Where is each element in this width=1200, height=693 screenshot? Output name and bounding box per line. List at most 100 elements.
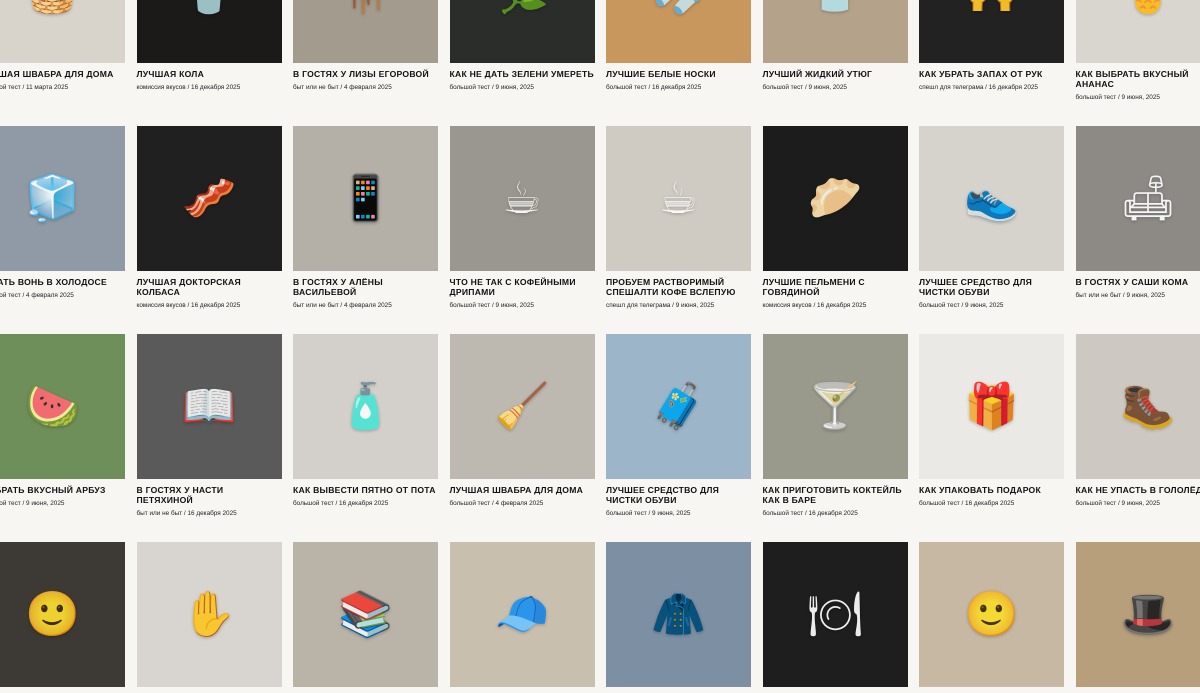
article-thumbnail[interactable]: 🎁: [919, 334, 1064, 479]
article-card[interactable]: 🧺Лучшая швабра для домабольшой тест / 11…: [0, 0, 125, 92]
article-card[interactable]: 🍍 Как выбрать вкусный ананас большой тест …: [1076, 0, 1200, 102]
article-card[interactable]: 📖В гостях у Насти Петяхинойбыт или не бы…: [137, 334, 282, 518]
article-thumbnail[interactable]: 🧊: [0, 126, 125, 271]
article-card[interactable]: 🍉Выбрать вкусный арбузбольшой тест / 9 и…: [0, 334, 125, 508]
article-card[interactable]: 🎩: [1076, 542, 1200, 693]
article-title[interactable]: Лучшее средство для чистки обуви: [606, 485, 751, 505]
article-card[interactable]: 📚: [293, 542, 438, 693]
article-card[interactable]: 🪑В гостях у Лизы Егоровойбыт или не быт …: [293, 0, 438, 92]
article-meta: большой тест / 16 декабря 2025: [606, 84, 751, 92]
article-card[interactable]: 🍸Как приготовить коктейль как в бареболь…: [763, 334, 908, 518]
article-title[interactable]: Как вывести пятно от пота: [293, 485, 438, 495]
person-drinking-icon: ☕: [659, 177, 698, 221]
article-card[interactable]: ☕ Пробуем растворимый спешалти кофе вслеп…: [606, 126, 751, 310]
article-card[interactable]: 🙂: [0, 542, 125, 693]
article-thumbnail[interactable]: 🧺: [0, 0, 125, 63]
article-thumbnail[interactable]: 🧦: [606, 0, 751, 63]
article-thumbnail[interactable]: 🥟: [763, 126, 908, 271]
article-thumbnail[interactable]: 🪑: [293, 0, 438, 63]
article-title[interactable]: Лучшая швабра для дома: [450, 485, 595, 495]
article-thumbnail[interactable]: 🥾: [1076, 334, 1200, 479]
article-thumbnail[interactable]: 🧹: [450, 334, 595, 479]
article-thumbnail[interactable]: 📱: [293, 126, 438, 271]
article-title[interactable]: Лучшие белые носки: [606, 69, 751, 79]
article-thumbnail[interactable]: ☕: [606, 126, 751, 271]
article-card[interactable]: 🌿Как не дать зелени умеретьбольшой тест …: [450, 0, 595, 92]
article-title[interactable]: Лучший жидкий утюг: [763, 69, 908, 79]
article-title[interactable]: В гостях у Саши Кома: [1076, 277, 1200, 287]
article-thumbnail[interactable]: 🍍: [1076, 0, 1200, 63]
dumpling-icon: 🥟: [808, 177, 863, 221]
article-thumbnail[interactable]: 🍸: [763, 334, 908, 479]
article-thumbnail[interactable]: 🛋: [1076, 126, 1200, 271]
article-thumbnail[interactable]: 🎩: [1076, 542, 1200, 687]
jeans-and-boots-icon: 🥾: [1121, 385, 1176, 429]
article-card[interactable]: 🛋В гостях у Саши Комабыт или не быт / 9 …: [1076, 126, 1200, 300]
article-thumbnail[interactable]: 🙌: [919, 0, 1064, 63]
article-title[interactable]: Как убрать запах от рук: [919, 69, 1064, 79]
article-title[interactable]: Убрать вонь в холодосе: [0, 277, 125, 287]
article-thumbnail[interactable]: 📚: [293, 542, 438, 687]
article-card[interactable]: 🙂: [919, 542, 1064, 693]
article-card[interactable]: 📱В гостях у Алёны Васильевойбыт или не б…: [293, 126, 438, 310]
article-meta: большой тест / 9 июня, 2025: [919, 302, 1064, 310]
article-card[interactable]: 🎁Как упаковать подарокбольшой тест / 16 …: [919, 334, 1064, 508]
article-thumbnail[interactable]: 🙂: [0, 542, 125, 687]
article-card[interactable]: 👟 Лучшее средство для чистки обуви большой…: [919, 126, 1064, 310]
person-with-cap-icon: 🧢: [495, 593, 550, 637]
article-card[interactable]: 🧳Лучшее средство для чистки обувибольшой…: [606, 334, 751, 518]
article-card[interactable]: 🧦 Лучшие белые носки большой тест / 16 дек…: [606, 0, 751, 92]
article-title[interactable]: Лучшая швабра для дома: [0, 69, 125, 79]
article-thumbnail[interactable]: 👕: [763, 0, 908, 63]
article-card[interactable]: 🧹Лучшая швабра для домабольшой тест / 4 …: [450, 334, 595, 508]
article-title[interactable]: Лучшая докторская колбаса: [137, 277, 282, 297]
article-title[interactable]: Как выбрать вкусный ананас: [1076, 69, 1200, 89]
article-card[interactable]: 🧥: [606, 542, 751, 693]
article-thumbnail[interactable]: 📖: [137, 334, 282, 479]
article-thumbnail[interactable]: 🍽: [763, 542, 908, 687]
article-card[interactable]: 🥤Лучшая колакомиссия вкусов / 16 декабря…: [137, 0, 282, 92]
article-card[interactable]: 🙌Как убрать запах от рукспешл для телегр…: [919, 0, 1064, 92]
article-card[interactable]: 🧴Как вывести пятно от потабольшой тест /…: [293, 334, 438, 508]
article-title[interactable]: Лучшая кола: [137, 69, 282, 79]
person-on-sofa-icon: 🛋: [1120, 177, 1176, 221]
article-card[interactable]: 🧢: [450, 542, 595, 693]
article-title[interactable]: Как не упасть в гололёд: [1076, 485, 1200, 495]
article-card[interactable]: 👕Лучший жидкий утюгбольшой тест / 9 июня…: [763, 0, 908, 92]
article-card[interactable]: 🧊Убрать вонь в холодосебольшой тест / 4 …: [0, 126, 125, 300]
article-title[interactable]: В гостях у Насти Петяхиной: [137, 485, 282, 505]
article-card[interactable]: ☕Что не так с кофейными дрипамибольшой т…: [450, 126, 595, 310]
article-thumbnail[interactable]: 🧳: [606, 334, 751, 479]
bw-portrait-icon: 📖: [182, 385, 237, 429]
article-thumbnail[interactable]: 🧴: [293, 334, 438, 479]
article-title[interactable]: Лучшие пельмени с говядиной: [763, 277, 908, 297]
article-thumbnail[interactable]: 🙂: [919, 542, 1064, 687]
article-title[interactable]: Лучшее средство для чистки обуви: [919, 277, 1064, 297]
bowl-of-drip-bags-icon: ☕: [502, 177, 541, 221]
article-thumbnail[interactable]: 👟: [919, 126, 1064, 271]
article-title[interactable]: Как упаковать подарок: [919, 485, 1064, 495]
article-title[interactable]: Как не дать зелени умереть: [450, 69, 595, 79]
hats-icon: 🎩: [1121, 593, 1176, 637]
article-title[interactable]: Выбрать вкусный арбуз: [0, 485, 125, 495]
article-card[interactable]: 🥟Лучшие пельмени с говядинойкомиссия вку…: [763, 126, 908, 310]
article-thumbnail[interactable]: 🥓: [137, 126, 282, 271]
article-thumbnail[interactable]: 🥤: [137, 0, 282, 63]
article-card[interactable]: 🥓Лучшая докторская колбасакомиссия вкусо…: [137, 126, 282, 310]
article-card[interactable]: ✋: [137, 542, 282, 693]
raincoat-icon: 🧥: [651, 593, 706, 637]
article-card[interactable]: 🥾Как не упасть в гололёдбольшой тест / 9…: [1076, 334, 1200, 508]
article-thumbnail[interactable]: 🧥: [606, 542, 751, 687]
article-title[interactable]: Пробуем растворимый спешалти кофе вслепу…: [606, 277, 751, 297]
article-thumbnail[interactable]: ☕: [450, 126, 595, 271]
article-thumbnail[interactable]: 🌿: [450, 0, 595, 63]
article-card[interactable]: 🍽: [763, 542, 908, 693]
article-thumbnail[interactable]: 🧢: [450, 542, 595, 687]
article-thumbnail[interactable]: 🍉: [0, 334, 125, 479]
article-title[interactable]: Как приготовить коктейль как в баре: [763, 485, 908, 505]
article-title[interactable]: Что не так с кофейными дрипами: [450, 277, 595, 297]
article-title[interactable]: В гостях у Лизы Егоровой: [293, 69, 438, 79]
article-meta: большой тест / 9 июня, 2025: [1076, 94, 1200, 102]
article-title[interactable]: В гостях у Алёны Васильевой: [293, 277, 438, 297]
article-thumbnail[interactable]: ✋: [137, 542, 282, 687]
